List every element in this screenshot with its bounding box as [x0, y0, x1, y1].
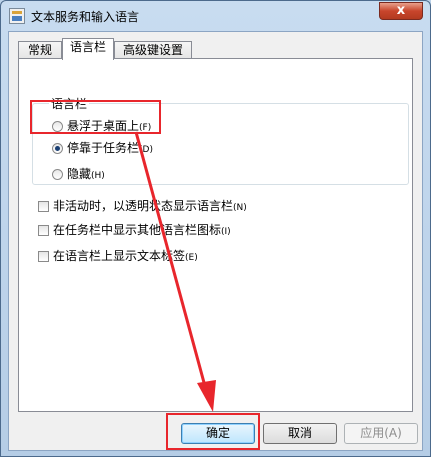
checkbox-transparent-when-inactive[interactable]: 非活动时，以透明状态显示语言栏(N) — [38, 198, 247, 214]
radio-shortcut: (D) — [139, 145, 153, 155]
dialog-client-area: 常规 语言栏 高级键设置 语言栏 悬浮于桌面上(F) 停靠于任务栏(D) 隐藏(… — [8, 31, 423, 451]
radio-shortcut: (H) — [91, 171, 105, 181]
tab-language-bar[interactable]: 语言栏 — [62, 38, 114, 60]
annotation-highlight-ok-button — [166, 413, 260, 450]
dialog-window: 文本服务和输入语言 x 常规 语言栏 高级键设置 语言栏 悬浮于桌面上(F) 停… — [0, 0, 431, 457]
title-bar[interactable]: 文本服务和输入语言 x — [1, 1, 430, 31]
checkbox-shortcut: (E) — [185, 253, 198, 263]
close-button[interactable]: x — [379, 2, 423, 20]
window-title: 文本服务和输入语言 — [31, 10, 140, 24]
checkbox[interactable] — [38, 201, 49, 212]
apply-button: 应用(A) — [344, 423, 418, 444]
radio-button[interactable] — [52, 169, 63, 180]
annotation-highlight-dock-option — [30, 100, 161, 134]
radio-button-selected[interactable] — [52, 143, 63, 154]
checkbox[interactable] — [38, 251, 49, 262]
checkbox-show-additional-icons[interactable]: 在任务栏中显示其他语言栏图标(I) — [38, 222, 231, 238]
tab-general[interactable]: 常规 — [18, 41, 62, 59]
keyboard-app-icon — [9, 8, 25, 24]
radio-label: 隐藏 — [67, 167, 92, 181]
radio-label: 停靠于任务栏 — [67, 141, 140, 155]
radio-hidden[interactable]: 隐藏(H) — [52, 166, 105, 182]
checkbox-label: 在语言栏上显示文本标签 — [53, 249, 186, 263]
tab-advanced-key-settings[interactable]: 高级键设置 — [114, 41, 192, 59]
cancel-button[interactable]: 取消 — [263, 423, 337, 444]
checkbox-label: 非活动时，以透明状态显示语言栏 — [53, 199, 234, 213]
checkbox[interactable] — [38, 225, 49, 236]
checkbox-shortcut: (N) — [233, 203, 247, 213]
checkbox-label: 在任务栏中显示其他语言栏图标 — [53, 223, 222, 237]
checkbox-shortcut: (I) — [221, 227, 231, 237]
checkbox-show-text-labels[interactable]: 在语言栏上显示文本标签(E) — [38, 248, 198, 264]
radio-dock-in-taskbar[interactable]: 停靠于任务栏(D) — [52, 140, 153, 156]
